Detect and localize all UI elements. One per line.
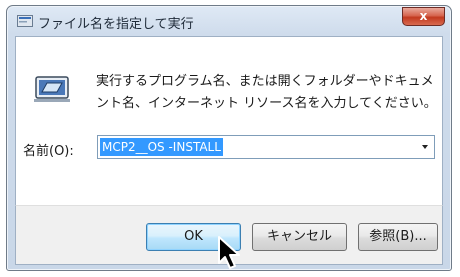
- title-bar[interactable]: ファイル名を指定して実行 x: [7, 6, 451, 36]
- window-title: ファイル名を指定して実行: [38, 17, 194, 32]
- open-input-value[interactable]: MCP2__OS -INSTALL: [100, 138, 223, 156]
- run-program-icon: [34, 76, 70, 102]
- cancel-button[interactable]: キャンセル: [252, 223, 347, 251]
- mouse-pointer-icon: [218, 236, 240, 269]
- dropdown-arrow-icon[interactable]: [422, 145, 428, 149]
- run-dialog-icon: [17, 15, 33, 27]
- open-combobox[interactable]: MCP2__OS -INSTALL: [97, 135, 435, 159]
- browse-button[interactable]: 参照(B)...: [358, 223, 438, 251]
- close-icon: x: [419, 9, 428, 23]
- run-dialog: ファイル名を指定して実行 x 実行するプログラム名、または開くフォルダーやドキュ…: [6, 5, 452, 271]
- open-field-label: 名前(O):: [23, 144, 74, 159]
- instruction-text: 実行するプログラム名、または開くフォルダーやドキュメント名、インターネット リソ…: [96, 74, 437, 111]
- dialog-content: 実行するプログラム名、または開くフォルダーやドキュメント名、インターネット リソ…: [15, 36, 443, 206]
- close-button[interactable]: x: [402, 7, 445, 26]
